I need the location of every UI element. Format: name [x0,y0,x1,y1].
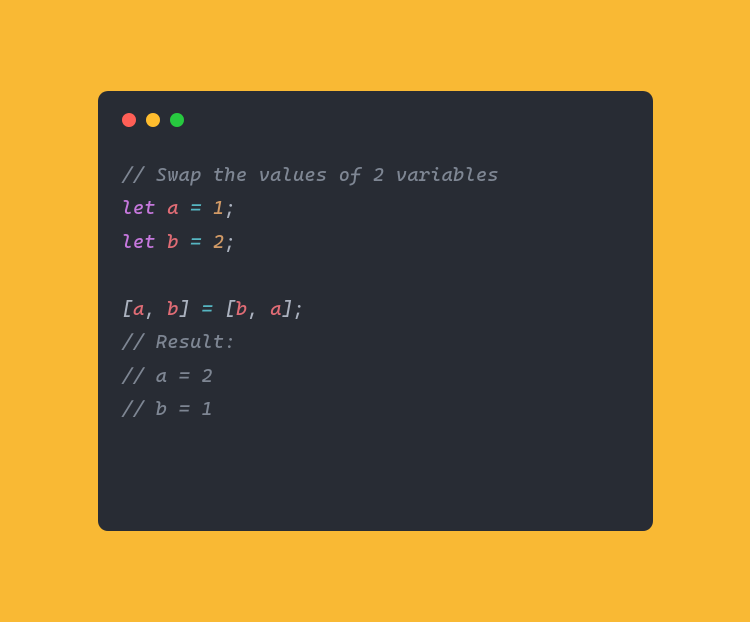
comma: , [144,298,167,320]
code-line-swap: [a, b] = [b, a]; [122,293,629,326]
comment-text: // Swap the values of 2 variables [122,164,499,186]
comment-text: // a = 2 [122,365,213,387]
minimize-icon[interactable] [146,113,160,127]
code-line-declaration: let a = 1; [122,192,629,225]
maximize-icon[interactable] [170,113,184,127]
variable-b: b [167,231,178,253]
number-literal: 2 [213,231,224,253]
operator-eq: = [179,231,213,253]
variable-b: b [167,298,178,320]
code-line-comment: // Result: [122,326,629,359]
traffic-lights [122,113,629,127]
operator-eq: = [190,298,224,320]
bracket: [ [122,298,133,320]
blank-line [122,259,629,292]
variable-a: a [133,298,144,320]
variable-a: a [167,197,178,219]
bracket-semi: ]; [282,298,305,320]
code-line-comment: // b = 1 [122,393,629,426]
semicolon: ; [224,231,235,253]
operator-eq: = [179,197,213,219]
variable-b: b [236,298,247,320]
keyword-let: let [122,197,156,219]
bracket: ] [179,298,190,320]
semicolon: ; [224,197,235,219]
close-icon[interactable] [122,113,136,127]
comment-text: // Result: [122,331,236,353]
code-line-declaration: let b = 2; [122,226,629,259]
number-literal: 1 [213,197,224,219]
code-window: // Swap the values of 2 variables let a … [98,91,653,531]
code-line-comment: // a = 2 [122,360,629,393]
comment-text: // b = 1 [122,398,213,420]
keyword-let: let [122,231,156,253]
comma: , [247,298,270,320]
variable-a: a [270,298,281,320]
bracket: [ [224,298,235,320]
code-block: // Swap the values of 2 variables let a … [122,159,629,427]
code-line-comment: // Swap the values of 2 variables [122,159,629,192]
